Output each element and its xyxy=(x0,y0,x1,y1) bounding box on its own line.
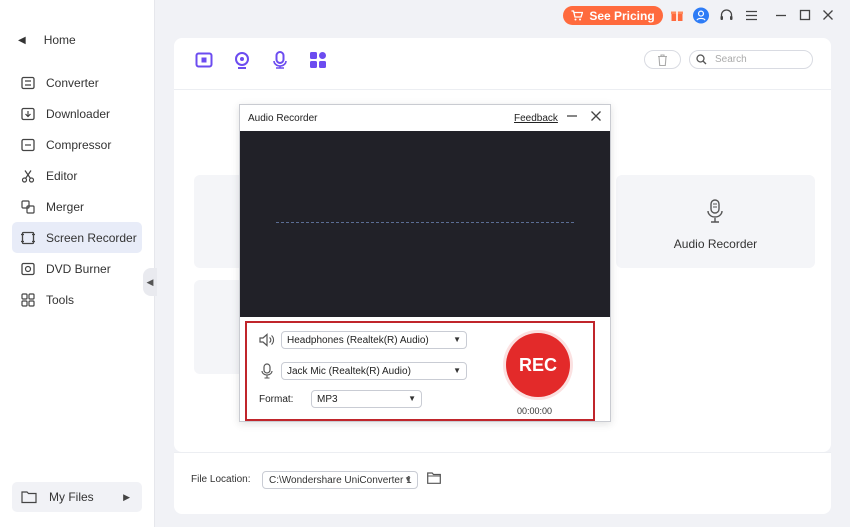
audio-record-mode-icon[interactable] xyxy=(270,50,290,70)
see-pricing-button[interactable]: See Pricing xyxy=(563,6,663,25)
title-bar: See Pricing xyxy=(155,0,850,32)
speaker-icon xyxy=(259,333,274,347)
dialog-minimize-icon[interactable] xyxy=(565,109,579,123)
see-pricing-label: See Pricing xyxy=(589,8,655,23)
file-location-select[interactable]: C:\Wondershare UniConverter 1 ▼ xyxy=(262,471,418,489)
sidebar-item-compressor[interactable]: Compressor xyxy=(12,129,142,160)
editor-icon xyxy=(21,169,35,183)
trash-icon xyxy=(658,53,667,66)
webcam-record-mode-icon[interactable] xyxy=(232,50,252,70)
chevron-down-icon: ▼ xyxy=(453,366,461,375)
home-link[interactable]: ◀ Home xyxy=(18,33,76,47)
sidebar-item-downloader[interactable]: Downloader xyxy=(12,98,142,129)
recorder-mode-toolbar xyxy=(194,50,328,70)
audio-waveform-display xyxy=(240,131,610,317)
microphone-icon xyxy=(707,199,723,223)
search-icon xyxy=(696,54,707,65)
home-label: Home xyxy=(43,33,76,47)
tools-icon xyxy=(21,292,35,307)
maximize-icon[interactable] xyxy=(797,7,813,23)
speaker-row: Headphones (Realtek(R) Audio) ▼ xyxy=(259,331,467,349)
delete-button[interactable] xyxy=(644,50,681,69)
sidebar-item-screen-recorder[interactable]: Screen Recorder xyxy=(12,222,142,253)
microphone-icon xyxy=(261,363,273,379)
sidebar-item-label: Converter xyxy=(46,75,99,90)
search-box[interactable] xyxy=(689,50,813,69)
chevron-left-icon: ◀ xyxy=(18,34,26,46)
file-location-label: File Location: xyxy=(191,474,251,485)
converter-icon xyxy=(21,76,35,89)
my-files-button[interactable]: My Files ▶ xyxy=(12,482,142,512)
microphone-device-value: Jack Mic (Realtek(R) Audio) xyxy=(287,365,411,377)
audio-recorder-card-label: Audio Recorder xyxy=(673,237,758,251)
audio-recorder-card[interactable]: Audio Recorder xyxy=(616,175,815,268)
dialog-close-icon[interactable] xyxy=(589,109,603,123)
waveform-line xyxy=(276,222,574,223)
sidebar-item-label: Compressor xyxy=(46,137,112,152)
sidebar-item-dvd-burner[interactable]: DVD Burner xyxy=(12,253,142,284)
sidebar: ◀ Home Converter Downloader Compressor E… xyxy=(0,0,155,527)
apps-grid-icon[interactable] xyxy=(308,50,328,70)
sidebar-item-editor[interactable]: Editor xyxy=(12,160,142,191)
recorder-card-screen[interactable] xyxy=(194,175,244,268)
merger-icon xyxy=(21,199,35,214)
dvd-icon xyxy=(21,262,35,275)
audio-recorder-dialog: Audio Recorder Feedback Headphones (Real… xyxy=(239,104,611,422)
sidebar-item-label: Tools xyxy=(46,292,75,307)
chevron-down-icon: ▼ xyxy=(404,475,412,484)
sidebar-item-label: DVD Burner xyxy=(46,261,111,276)
rec-button[interactable]: REC xyxy=(506,333,570,397)
speaker-device-value: Headphones (Realtek(R) Audio) xyxy=(287,334,429,346)
minimize-icon[interactable] xyxy=(773,7,789,23)
format-label: Format: xyxy=(259,393,294,405)
headset-support-icon[interactable] xyxy=(718,7,734,23)
format-value: MP3 xyxy=(317,393,338,405)
screen-recorder-icon xyxy=(21,231,35,244)
my-files-label: My Files xyxy=(49,490,94,504)
downloader-icon xyxy=(21,107,35,120)
sidebar-item-tools[interactable]: Tools xyxy=(12,284,142,315)
chevron-down-icon: ▼ xyxy=(408,394,416,403)
account-icon[interactable] xyxy=(693,7,709,23)
recorder-card-more[interactable] xyxy=(194,280,244,374)
recording-timer: 00:00:00 xyxy=(517,406,553,416)
cart-icon xyxy=(571,10,584,21)
search-input[interactable] xyxy=(715,54,805,65)
toolbar-divider xyxy=(174,89,831,90)
menu-icon[interactable] xyxy=(743,7,759,23)
format-select[interactable]: MP3 ▼ xyxy=(311,390,422,408)
folder-icon xyxy=(21,491,37,504)
sidebar-item-label: Editor xyxy=(46,168,78,183)
sidebar-item-converter[interactable]: Converter xyxy=(12,67,142,98)
sidebar-nav: Converter Downloader Compressor Editor M… xyxy=(12,67,142,315)
open-folder-icon[interactable] xyxy=(427,472,441,484)
chevron-down-icon: ▼ xyxy=(453,335,461,344)
speaker-device-select[interactable]: Headphones (Realtek(R) Audio) ▼ xyxy=(281,331,467,349)
chevron-left-icon: ◀ xyxy=(146,276,154,287)
microphone-device-select[interactable]: Jack Mic (Realtek(R) Audio) ▼ xyxy=(281,362,467,380)
dialog-title: Audio Recorder xyxy=(248,113,318,124)
feedback-link[interactable]: Feedback xyxy=(514,113,558,124)
screen-record-mode-icon[interactable] xyxy=(194,50,214,70)
sidebar-collapse-button[interactable]: ◀ xyxy=(143,268,157,296)
footer-bar: File Location: C:\Wondershare UniConvert… xyxy=(174,452,831,514)
file-location-value: C:\Wondershare UniConverter 1 xyxy=(269,474,412,486)
close-icon[interactable] xyxy=(820,7,836,23)
compressor-icon xyxy=(21,138,35,151)
gift-icon[interactable] xyxy=(669,7,685,23)
sidebar-item-label: Merger xyxy=(46,199,85,214)
recording-settings-panel: Headphones (Realtek(R) Audio) ▼ Jack Mic… xyxy=(245,321,595,421)
microphone-row: Jack Mic (Realtek(R) Audio) ▼ xyxy=(259,362,467,380)
sidebar-item-label: Screen Recorder xyxy=(46,230,137,245)
sidebar-item-merger[interactable]: Merger xyxy=(12,191,142,222)
chevron-right-icon: ▶ xyxy=(123,491,130,502)
format-row: Format: MP3 ▼ xyxy=(259,390,422,408)
sidebar-item-label: Downloader xyxy=(46,106,111,121)
